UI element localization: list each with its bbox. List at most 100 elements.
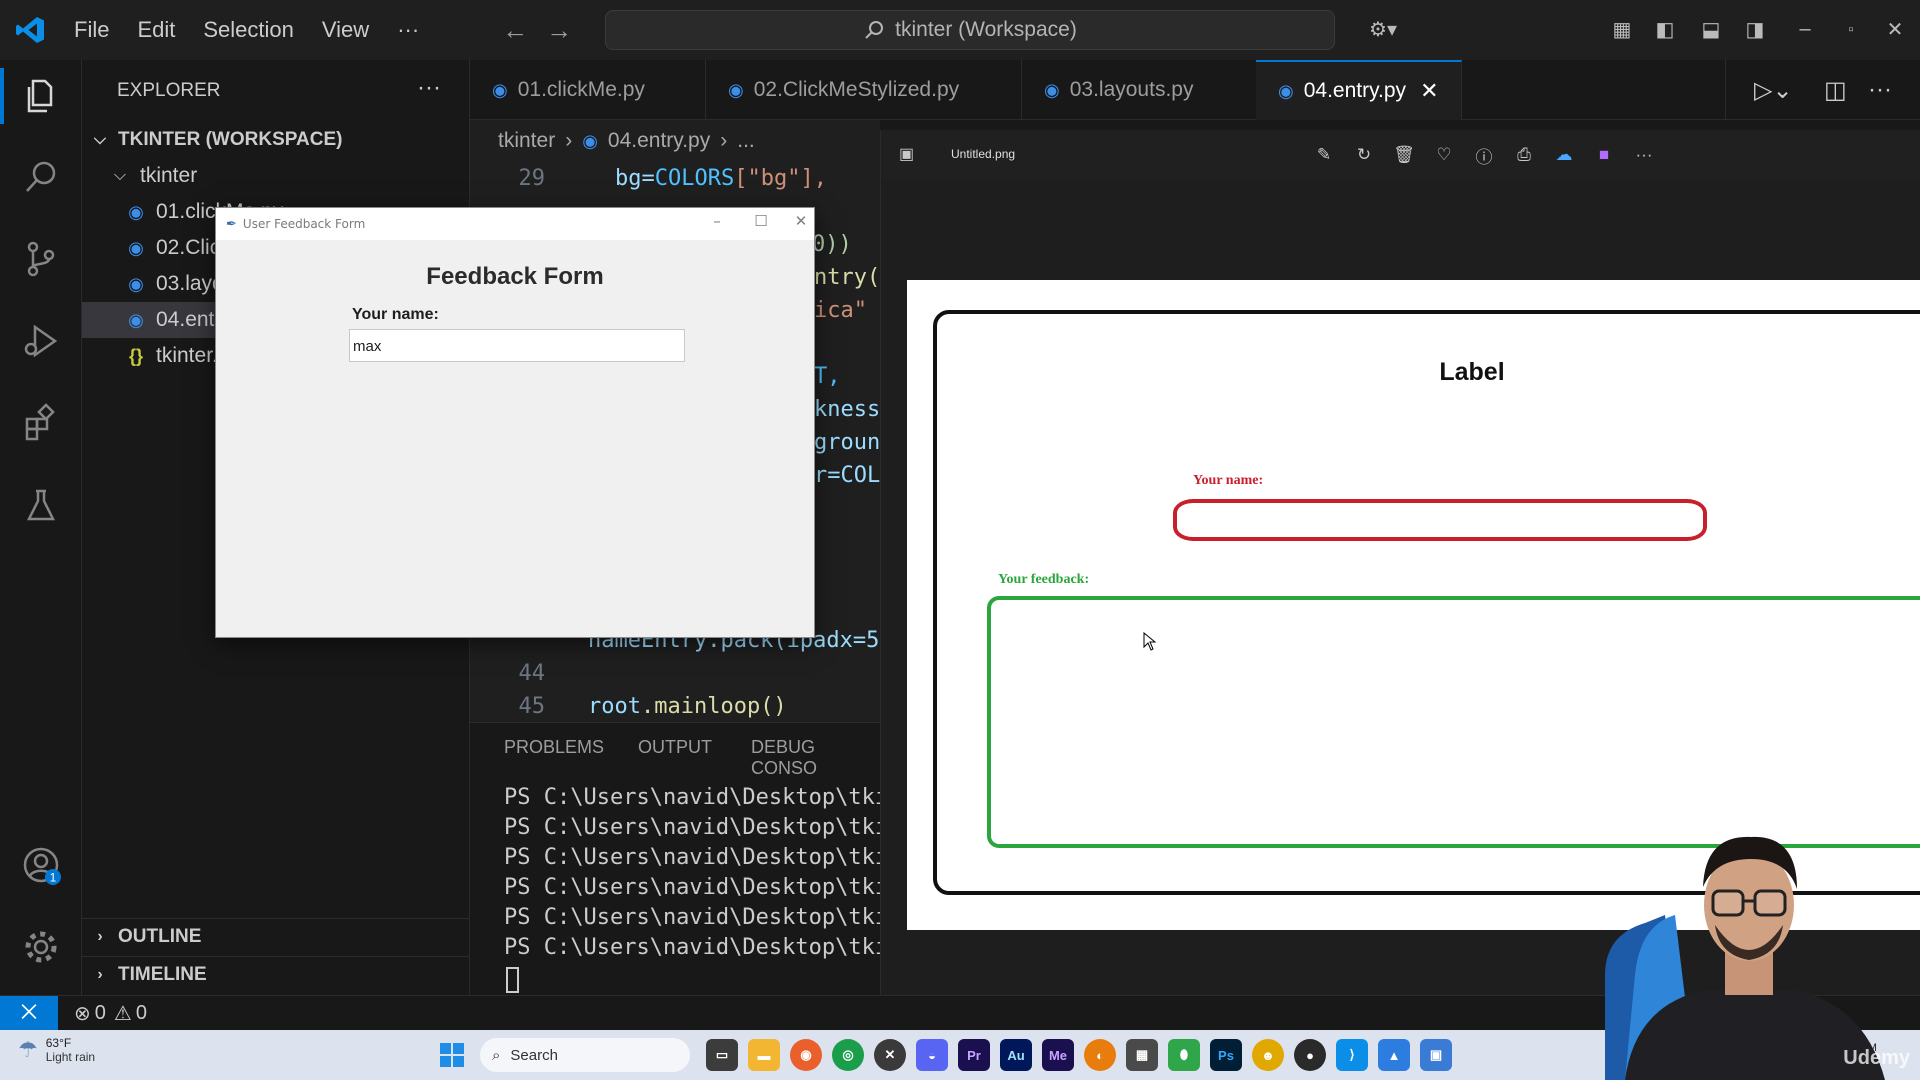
tk-name-entry[interactable]: max: [349, 329, 685, 362]
file-explorer-icon[interactable]: ▬: [748, 1039, 780, 1071]
tk-title-bar[interactable]: ✒ User Feedback Form – ☐ ✕: [216, 208, 814, 240]
toggle-panel-icon[interactable]: ⬓: [1696, 14, 1726, 44]
toggle-secondary-sidebar-icon[interactable]: ◨: [1740, 14, 1770, 44]
tab-problems[interactable]: PROBLEMS: [504, 737, 604, 758]
close-tab-icon[interactable]: ✕: [1420, 78, 1438, 104]
lock-app-icon[interactable]: ⬮: [1168, 1039, 1200, 1071]
breadcrumb-file[interactable]: 04.entry.py: [608, 129, 710, 153]
close-icon[interactable]: ✕: [1880, 14, 1910, 44]
menu-more[interactable]: ···: [383, 17, 433, 43]
menu-selection[interactable]: Selection: [189, 17, 308, 43]
run-debug-icon[interactable]: [0, 306, 82, 376]
tk-maximize-icon[interactable]: ☐: [746, 212, 776, 234]
menu-file[interactable]: File: [60, 17, 123, 43]
tab-clickmestylized[interactable]: ◉ 02.ClickMeStylized.py: [706, 60, 1022, 120]
timeline-section[interactable]: › TIMELINE: [82, 956, 470, 992]
remote-desktop-icon[interactable]: ▣: [1420, 1039, 1452, 1071]
line-number: 29: [518, 166, 546, 191]
code-token: groun: [814, 430, 881, 455]
breadcrumb-folder[interactable]: tkinter: [498, 129, 555, 153]
menu-view[interactable]: View: [308, 17, 383, 43]
edit-image-icon[interactable]: ✎: [1311, 142, 1337, 168]
delete-icon[interactable]: 🗑: [1391, 142, 1417, 168]
customize-layout-icon[interactable]: ▦: [1607, 14, 1637, 44]
mock-title: Label: [1439, 358, 1505, 386]
outline-section[interactable]: › OUTLINE: [82, 918, 470, 954]
maximize-icon[interactable]: ▫: [1836, 14, 1866, 44]
tk-close-icon[interactable]: ✕: [786, 212, 816, 234]
rotate-icon[interactable]: ↻: [1351, 142, 1377, 168]
calendar-icon[interactable]: ▦: [1126, 1039, 1158, 1071]
code-line: kness: [814, 393, 880, 426]
remote-icon[interactable]: ⨉: [0, 995, 58, 1031]
weather-widget[interactable]: ☂ 63°F Light rain: [18, 1036, 95, 1064]
info-icon[interactable]: ⓘ: [1471, 142, 1497, 168]
taskbar-search[interactable]: ⌕ Search: [480, 1038, 690, 1072]
print-icon[interactable]: ⎙: [1511, 142, 1537, 168]
windows-start-icon[interactable]: [436, 1039, 468, 1071]
run-python-icon[interactable]: ▷⌄: [1754, 76, 1793, 105]
testing-icon[interactable]: [0, 470, 82, 540]
terminal-line: PS C:\Users\navid\Desktop\tki: [504, 815, 889, 840]
command-center-search[interactable]: tkinter (Workspace): [605, 10, 1335, 50]
forward-arrow-icon[interactable]: →: [537, 15, 581, 46]
toggle-sidebar-icon[interactable]: ◧: [1650, 14, 1680, 44]
back-arrow-icon[interactable]: ←: [493, 15, 537, 46]
tab-clickme[interactable]: ◉ 01.clickMe.py: [470, 60, 706, 120]
error-icon[interactable]: ⊗: [74, 1001, 91, 1026]
accounts-icon[interactable]: 1: [0, 830, 82, 900]
discord-icon[interactable]: ◒: [916, 1039, 948, 1071]
tab-debug-console[interactable]: DEBUG CONSO: [751, 737, 880, 779]
minimize-icon[interactable]: –: [1790, 14, 1820, 44]
media-encoder-icon[interactable]: Me: [1042, 1039, 1074, 1071]
extensions-icon[interactable]: [0, 388, 82, 458]
photos-app-icon[interactable]: ▲: [1378, 1039, 1410, 1071]
breadcrumb: tkinter › ◉ 04.entry.py › ...: [470, 120, 880, 162]
chrome-icon[interactable]: ◎: [832, 1039, 864, 1071]
chevron-right-icon: ›: [97, 927, 103, 945]
obs-studio-icon[interactable]: ●: [1294, 1039, 1326, 1071]
task-view-icon[interactable]: ▭: [706, 1039, 738, 1071]
split-editor-icon[interactable]: ◫: [1824, 76, 1847, 105]
tab-entry[interactable]: ◉ 04.entry.py ✕: [1256, 60, 1462, 120]
blender-icon[interactable]: ◐: [1084, 1039, 1116, 1071]
code-token: kness: [814, 397, 881, 422]
copilot-icon[interactable]: ⚙▾: [1358, 14, 1408, 44]
premiere-pro-icon[interactable]: Pr: [958, 1039, 990, 1071]
firefox-icon[interactable]: ◉: [790, 1039, 822, 1071]
settings-gear-icon[interactable]: [0, 912, 82, 982]
workspace-root[interactable]: ⌵ TKINTER (WORKSPACE): [82, 122, 470, 158]
taskbar-search-label: Search: [510, 1046, 558, 1064]
error-count[interactable]: 0: [95, 1002, 106, 1025]
editor-more-icon[interactable]: ···: [1868, 76, 1892, 104]
explorer-icon[interactable]: [0, 60, 82, 130]
photoshop-icon[interactable]: Ps: [1210, 1039, 1242, 1071]
more-actions-icon[interactable]: ···: [417, 74, 441, 102]
code-token: .mainloop(): [640, 694, 787, 719]
folder-tkinter[interactable]: ⌵ tkinter: [82, 158, 470, 194]
breadcrumb-more[interactable]: ...: [737, 129, 755, 153]
obs-mascot-icon[interactable]: ☻: [1252, 1039, 1284, 1071]
sidebar-title: EXPLORER: [117, 80, 221, 101]
xbox-icon[interactable]: ✕: [874, 1039, 906, 1071]
preview-toolbar: ▣ Untitled.png ✎ ↻ 🗑 ♡ ⓘ ⎙ ☁ ■ ···: [881, 130, 1920, 180]
clipchamp-icon[interactable]: ■: [1591, 142, 1617, 168]
search-icon[interactable]: [0, 142, 82, 212]
onedrive-icon[interactable]: ☁: [1551, 142, 1577, 168]
favorite-heart-icon[interactable]: ♡: [1431, 142, 1457, 168]
audition-icon[interactable]: Au: [1000, 1039, 1032, 1071]
terminal-cursor: [506, 967, 519, 993]
warning-icon[interactable]: ⚠: [114, 1001, 132, 1026]
source-control-icon[interactable]: [0, 224, 82, 294]
tab-label: 04.entry.py: [1303, 79, 1407, 102]
tab-output[interactable]: OUTPUT: [638, 737, 712, 758]
vscode-taskbar-icon[interactable]: ⟩: [1336, 1039, 1368, 1071]
tk-minimize-icon[interactable]: –: [702, 212, 732, 234]
braces-icon: {}: [128, 345, 143, 366]
webcam-overlay: Udemy: [1565, 795, 1920, 1080]
code-token: bg=: [615, 166, 655, 191]
warning-count[interactable]: 0: [136, 1002, 147, 1025]
more-actions-icon[interactable]: ···: [1631, 142, 1657, 168]
menu-edit[interactable]: Edit: [123, 17, 189, 43]
code-token: root: [588, 694, 641, 719]
